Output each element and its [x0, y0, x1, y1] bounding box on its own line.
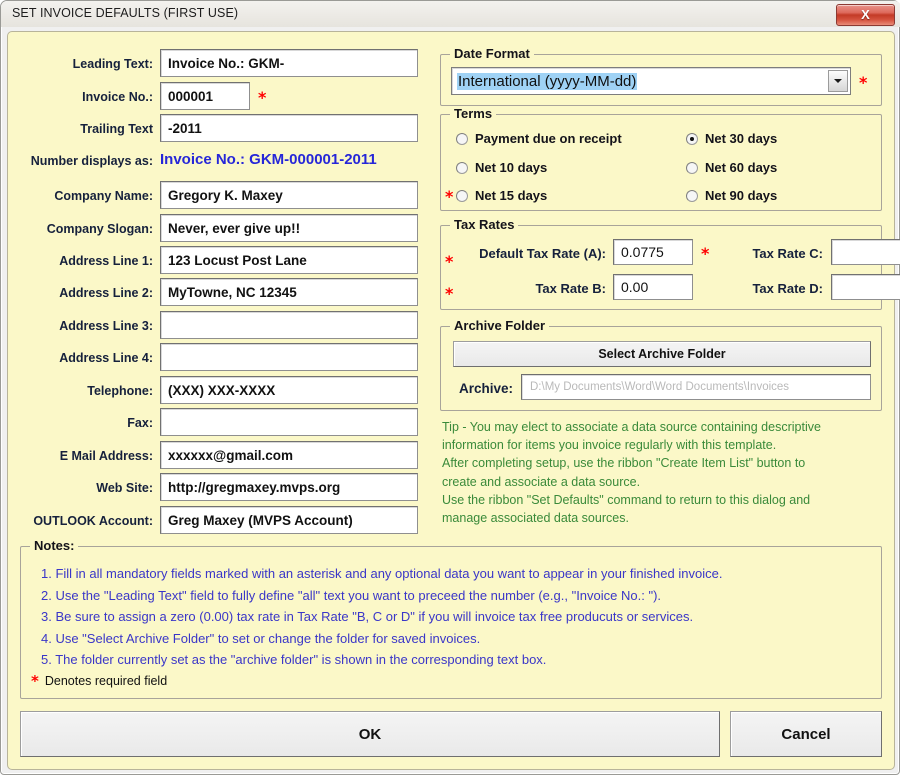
date-format-select[interactable]: International (yyyy-MM-dd)	[451, 67, 851, 95]
radio-label: Net 10 days	[475, 160, 548, 175]
input-leading-text[interactable]: Invoice No.: GKM-	[160, 49, 418, 77]
label-company-slogan: Company Slogan:	[46, 222, 153, 236]
close-icon: X	[861, 7, 870, 22]
close-button[interactable]: X	[836, 4, 895, 26]
label-address-line-3: Address Line 3:	[59, 319, 153, 333]
input-email-address[interactable]: xxxxxx@gmail.com	[160, 441, 418, 469]
input-fax[interactable]	[160, 408, 418, 436]
archive-folder-group: Archive Folder Select Archive Folder Arc…	[440, 318, 882, 411]
label-leading-text: Leading Text:	[72, 57, 153, 71]
label-fax: Fax:	[127, 416, 153, 430]
input-tax-rate-c[interactable]	[831, 239, 900, 265]
input-address-line-2[interactable]: MyTowne, NC 12345	[160, 278, 418, 306]
ok-button[interactable]: OK	[20, 711, 720, 757]
tax-rates-group: Tax Rates Default Tax Rate (A): 0.0775 *…	[440, 217, 900, 310]
label-web-site: Web Site:	[96, 481, 153, 495]
input-default-tax-rate-a[interactable]: 0.0775	[613, 239, 693, 265]
input-tax-rate-b[interactable]: 0.00	[613, 274, 693, 300]
radio-payment-due-on-receipt[interactable]: Payment due on receipt	[456, 131, 622, 146]
window-title: SET INVOICE DEFAULTS (FIRST USE)	[12, 6, 239, 20]
radio-net-90-days[interactable]: Net 90 days	[686, 188, 777, 203]
input-invoice-no[interactable]: 000001	[160, 82, 250, 110]
label-number-displays-as: Number displays as:	[30, 154, 153, 168]
label-telephone: Telephone:	[87, 384, 153, 398]
radio-label: Net 60 days	[705, 160, 778, 175]
notes-list: 1. Fill in all mandatory fields marked w…	[41, 563, 722, 671]
label-address-line-1: Address Line 1:	[59, 254, 153, 268]
notes-group-title: Notes:	[30, 538, 79, 553]
radio-net-60-days[interactable]: Net 60 days	[686, 160, 777, 175]
input-telephone[interactable]: (XXX) XXX-XXXX	[160, 376, 418, 404]
denotes-required-text: Denotes required field	[44, 674, 168, 688]
select-archive-folder-button[interactable]: Select Archive Folder	[453, 341, 871, 367]
cancel-button[interactable]: Cancel	[730, 711, 882, 757]
required-asterisk-date-format: *	[859, 73, 868, 92]
input-address-line-4[interactable]	[160, 343, 418, 371]
number-preview-value: Invoice No.: GKM-000001-2011	[160, 151, 377, 168]
denotes-required-field: * Denotes required field	[31, 672, 167, 690]
chevron-down-icon[interactable]	[828, 70, 848, 92]
label-archive: Archive:	[458, 381, 513, 396]
note-item: 5. The folder currently set as the "arch…	[41, 652, 547, 667]
label-trailing-text: Trailing Text	[80, 122, 153, 136]
required-asterisk-legend: *	[31, 672, 39, 690]
note-item: 4. Use "Select Archive Folder" to set or…	[41, 630, 481, 646]
label-default-tax-rate-a: Default Tax Rate (A):	[479, 246, 606, 261]
title-bar: SET INVOICE DEFAULTS (FIRST USE) X	[1, 1, 900, 27]
label-email-address: E Mail Address:	[59, 449, 153, 463]
radio-net-15-days[interactable]: Net 15 days	[456, 188, 547, 203]
label-outlook-account: OUTLOOK Account:	[33, 514, 153, 528]
radio-label: Net 15 days	[475, 188, 548, 203]
date-format-selected-value: International (yyyy-MM-dd)	[457, 72, 638, 90]
required-asterisk-invoice-no: *	[258, 88, 267, 107]
radio-label: Net 90 days	[705, 188, 778, 203]
radio-icon	[456, 132, 468, 145]
input-tax-rate-d[interactable]	[831, 274, 900, 300]
label-address-line-4: Address Line 4:	[59, 351, 153, 365]
input-address-line-1[interactable]: 123 Locust Post Lane	[160, 246, 418, 274]
date-format-group: Date Format International (yyyy-MM-dd) *	[440, 46, 882, 106]
input-web-site[interactable]: http://gregmaxey.mvps.org	[160, 473, 418, 501]
terms-group-title: Terms	[450, 106, 497, 121]
input-archive-path[interactable]: D:\My Documents\Word\Word Documents\Invo…	[521, 374, 871, 400]
label-invoice-no: Invoice No.:	[82, 90, 153, 104]
label-tax-rate-b: Tax Rate B:	[535, 281, 606, 296]
radio-label: Net 30 days	[705, 131, 778, 146]
tax-rates-group-title: Tax Rates	[450, 217, 519, 232]
radio-label: Payment due on receipt	[475, 131, 622, 146]
radio-icon-selected	[686, 132, 698, 145]
label-tax-rate-c: Tax Rate C:	[752, 246, 823, 261]
input-company-slogan[interactable]: Never, ever give up!!	[160, 214, 418, 242]
terms-group: Terms Payment due on receipt Net 10 days…	[440, 106, 882, 211]
label-company-name: Company Name:	[54, 189, 153, 203]
radio-icon	[456, 161, 468, 174]
radio-icon	[456, 189, 468, 202]
label-address-line-2: Address Line 2:	[59, 286, 153, 300]
input-address-line-3[interactable]	[160, 311, 418, 339]
invoice-defaults-dialog: SET INVOICE DEFAULTS (FIRST USE) X Leadi…	[0, 0, 900, 775]
tip-text: Tip - You may elect to associate a data …	[442, 420, 821, 526]
radio-icon	[686, 161, 698, 174]
input-trailing-text[interactable]: -2011	[160, 114, 418, 142]
radio-net-10-days[interactable]: Net 10 days	[456, 160, 547, 175]
input-company-name[interactable]: Gregory K. Maxey	[160, 181, 418, 209]
label-tax-rate-d: Tax Rate D:	[752, 281, 823, 296]
date-format-group-title: Date Format	[450, 46, 534, 61]
notes-group: Notes: 1. Fill in all mandatory fields m…	[20, 538, 882, 699]
note-item: 2. Use the "Leading Text" field to fully…	[41, 587, 662, 603]
radio-icon	[686, 189, 698, 202]
input-outlook-account[interactable]: Greg Maxey (MVPS Account)	[160, 506, 418, 534]
note-item: 1. Fill in all mandatory fields marked w…	[41, 566, 723, 581]
archive-folder-group-title: Archive Folder	[450, 318, 550, 333]
radio-net-30-days[interactable]: Net 30 days	[686, 131, 777, 146]
dialog-body: Leading Text: Invoice No.: GKM- Invoice …	[7, 31, 900, 770]
note-item: 3. Be sure to assign a zero (0.00) tax r…	[41, 609, 694, 624]
